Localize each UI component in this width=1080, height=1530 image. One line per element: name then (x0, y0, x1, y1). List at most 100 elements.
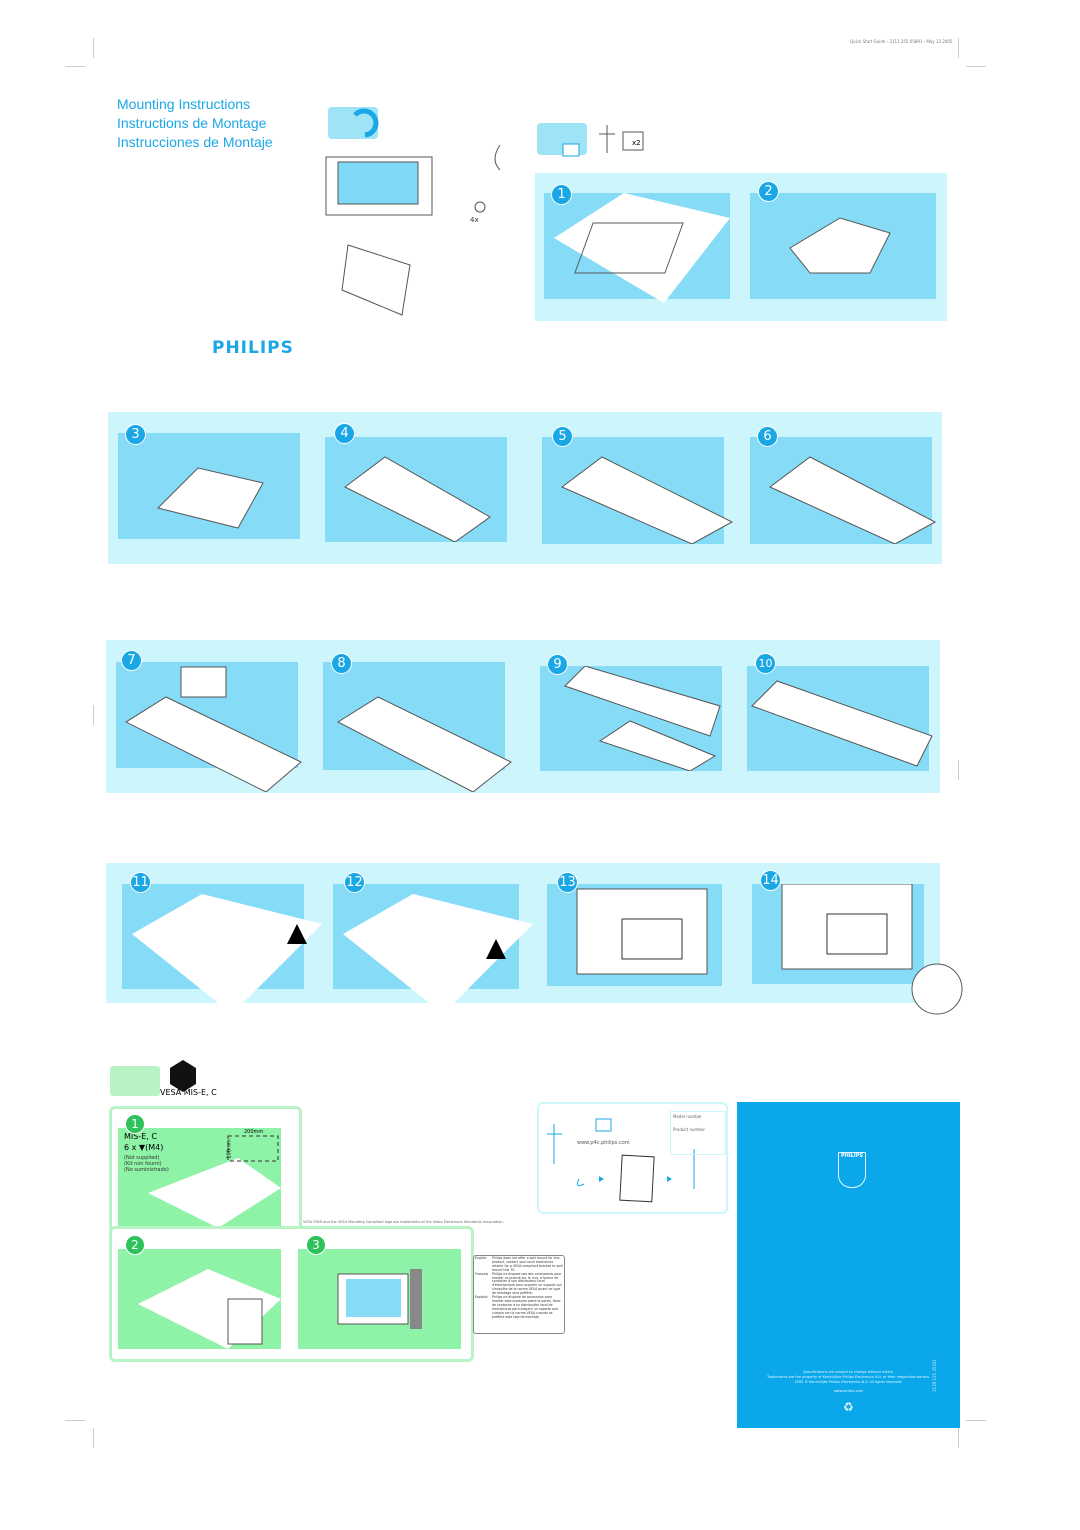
step-11 (122, 884, 322, 1014)
vesa-step-2 (118, 1249, 281, 1349)
step-number: 6 (757, 426, 778, 447)
title-spanish: Instrucciones de Montaje (117, 134, 273, 150)
vesa-screws: 6 x ▼(M4) (124, 1143, 163, 1152)
recycle-icon: ♻ (843, 1400, 854, 1414)
step-number: 3 (306, 1235, 326, 1255)
step-6 (750, 437, 937, 544)
notice-english: English Philips does not offer a wall mou… (475, 1256, 563, 1273)
step-10 (747, 666, 933, 771)
step-12 (333, 884, 533, 1014)
step-1 (544, 193, 730, 303)
step-2 (750, 193, 936, 299)
step-14 (752, 884, 963, 1015)
stand-illustration (341, 244, 411, 316)
crop-mark (93, 38, 94, 58)
legal-notice: Specifications are subject to change wit… (737, 1370, 960, 1385)
dimension-horizontal: 200mm (244, 1129, 264, 1135)
document-code: 3139 125 35341 (932, 1358, 937, 1392)
step-number: 1 (125, 1114, 145, 1134)
step-number: 9 (547, 654, 568, 675)
product-number-label: Product number (673, 1127, 706, 1132)
step-7 (116, 662, 302, 792)
notice-line: 2005 © Koninklijke Philips Electronics N… (794, 1380, 903, 1384)
shield-logo-text: PHILIPS (840, 1153, 864, 1159)
note-es: (No suministrado) (124, 1167, 169, 1173)
screw-icon (474, 201, 486, 213)
step-5 (542, 437, 734, 544)
quick-start-sheet: Quick Start Guide - 3111 255 65891 - May… (0, 0, 1080, 1530)
support-panel: www.p4c.philips.com Model number Product… (537, 1102, 728, 1214)
notice-spanish: Español Philips no dispone de accesorios … (475, 1295, 563, 1319)
bracket-count: x2 (632, 139, 641, 147)
screw-size: (M4) (145, 1143, 164, 1152)
step-number: 13 (557, 872, 578, 893)
step-number: 8 (331, 653, 352, 674)
crop-mark (958, 1428, 959, 1448)
steps-1-2-panel: 1 2 (535, 173, 947, 321)
language-label: Français (475, 1271, 489, 1276)
language-label: Español (475, 1295, 488, 1300)
document-reference: Quick Start Guide - 3111 255 65891 - May… (850, 39, 953, 44)
step-number: 10 (755, 653, 776, 674)
step-3 (118, 433, 300, 539)
model-info-card: Model number Product number (670, 1111, 726, 1155)
wall-mount-icon (110, 1066, 160, 1096)
step-number: 5 (552, 426, 573, 447)
philips-logo: PHILIPS (212, 338, 294, 358)
notice-text: Philips does not offer a wall mount for … (492, 1256, 563, 1272)
cable-illustration (494, 144, 501, 171)
notice-text: Philips ne dispose pas des accessoires p… (492, 1271, 562, 1296)
title-french: Instructions de Montage (117, 115, 267, 131)
philips-shield-logo: PHILIPS (838, 1152, 866, 1188)
step-number: 1 (551, 184, 572, 205)
computer-icon (595, 1118, 612, 1132)
notice-french: Français Philips ne dispose pas des acces… (475, 1271, 563, 1296)
vesa-step-1: MIS-E, C 6 x ▼(M4) (Not supplied) (Kit n… (118, 1128, 281, 1228)
step-8 (323, 662, 512, 792)
screws-count: 4x (470, 216, 479, 224)
box-contents-illustration (325, 107, 501, 316)
step-number: 2 (758, 181, 779, 202)
step-number: 11 (130, 872, 151, 893)
step-9 (540, 666, 722, 771)
step-number: 3 (125, 424, 146, 445)
crop-mark (65, 1420, 85, 1421)
step-13 (547, 884, 722, 986)
vesa-spec-title: MIS-E, C (124, 1132, 157, 1141)
vesa-trademark: VESA FDMI and the VESA Mounting Complian… (303, 1220, 504, 1224)
step-4 (325, 437, 507, 542)
warranty-document-icon (619, 1154, 655, 1203)
language-notice-box: English Philips does not offer a wall mou… (473, 1255, 565, 1334)
vesa-step-1-panel: MIS-E, C 6 x ▼(M4) (Not supplied) (Kit n… (109, 1106, 302, 1232)
person-question-icon (547, 1124, 562, 1164)
support-url[interactable]: www.p4c.philips.com (577, 1140, 630, 1146)
notice-text: Philips no dispone de accesorios para mo… (492, 1295, 561, 1319)
not-supplied-notes: (Not supplied) (Kit non fourni) (No sumi… (124, 1155, 169, 1173)
crop-mark (966, 66, 986, 67)
crop-mark (966, 1420, 986, 1421)
language-label: English (475, 1256, 487, 1260)
crop-mark (93, 705, 94, 725)
step-number: 14 (760, 870, 781, 891)
model-number-label: Model number (673, 1114, 702, 1119)
screw-quantity: 6 x (124, 1143, 137, 1152)
crop-mark (958, 38, 959, 58)
crop-mark (65, 66, 85, 67)
step-number: 12 (344, 872, 365, 893)
step-number: 2 (125, 1235, 145, 1255)
steps-7-10-panel: 7 8 9 10 (106, 640, 940, 793)
steps-11-14-panel: 11 12 13 14 (106, 863, 963, 1015)
vesa-label: VESA MIS-E, C (160, 1088, 217, 1097)
crop-mark (93, 1428, 94, 1448)
phone-icon (576, 1178, 585, 1187)
back-cover: PHILIPS Specifications are subject to ch… (737, 1102, 960, 1428)
title-english: Mounting Instructions (117, 96, 251, 112)
person-icon (599, 125, 615, 153)
steps-3-6-panel: 3 4 5 6 (108, 412, 942, 564)
philips-url[interactable]: www.philips.com (737, 1389, 960, 1394)
step-number: 7 (121, 650, 142, 671)
vesa-steps-2-3-panel: 2 3 (109, 1226, 474, 1362)
page-title: Mounting Instructions Instructions de Mo… (117, 95, 273, 152)
crop-mark (958, 760, 959, 780)
step-number: 4 (334, 423, 355, 444)
